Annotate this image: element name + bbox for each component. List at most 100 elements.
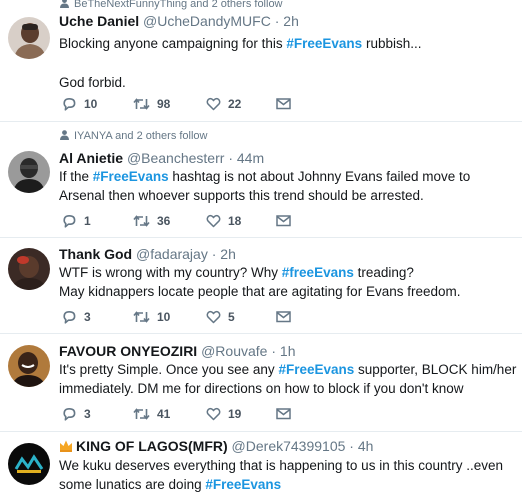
tweet-header: FAVOUR ONYEOZIRI @Rouvafe · 1h <box>59 343 295 359</box>
tweet-line: some lunatics are doing #FreeEvans <box>59 475 509 494</box>
avatar[interactable] <box>8 345 50 387</box>
reply-count: 10 <box>84 97 98 111</box>
follow-context-text: BeTheNextFunnyThing and 2 others follow <box>74 0 283 10</box>
text-segment: WTF is wrong with my country? Why <box>59 265 282 280</box>
avatar[interactable] <box>8 248 50 290</box>
reply-icon <box>63 215 76 228</box>
message-icon <box>276 408 291 420</box>
text-segment: some lunatics are doing <box>59 477 206 492</box>
timestamp[interactable]: 2h <box>283 13 299 29</box>
reply-button[interactable]: 3 <box>62 310 91 324</box>
separator-dot: · <box>211 246 217 262</box>
reply-count: 3 <box>84 407 91 421</box>
tweet-text: Blocking anyone campaigning for this #Fr… <box>59 34 509 92</box>
tweet-header: Al Anietie @Beanchesterr · 44m <box>59 150 264 166</box>
retweet-count: 10 <box>157 310 171 324</box>
reply-button[interactable]: 3 <box>62 407 91 421</box>
tweet-text: If the #FreeEvans hashtag is not about J… <box>59 167 509 205</box>
tweet-5[interactable]: KING OF LAGOS(MFR) @Derek74399105 · 4h W… <box>0 432 522 500</box>
user-handle[interactable]: @Beanchesterr <box>127 150 224 166</box>
tweet-line: May kidnappers locate people that are ag… <box>59 282 509 301</box>
tweet-text: It's pretty Simple. Once you see any #Fr… <box>59 360 516 398</box>
tweet-3[interactable]: Thank God @fadarajay · 2h WTF is wrong w… <box>0 238 522 334</box>
tweet-header: KING OF LAGOS(MFR) @Derek74399105 · 4h <box>59 438 373 454</box>
hashtag-link[interactable]: #FreeEvans <box>93 169 169 184</box>
like-button[interactable]: 22 <box>206 97 241 111</box>
message-button[interactable] <box>276 214 291 227</box>
like-button[interactable]: 5 <box>206 310 235 324</box>
timestamp[interactable]: 4h <box>358 438 374 454</box>
follow-context: BeTheNextFunnyThing and 2 others follow <box>59 0 283 10</box>
user-handle[interactable]: @Derek74399105 <box>232 438 346 454</box>
timestamp[interactable]: 1h <box>280 343 296 359</box>
user-handle[interactable]: @Rouvafe <box>201 343 267 359</box>
separator-dot: · <box>349 438 354 454</box>
reply-count: 3 <box>84 310 91 324</box>
person-icon <box>60 0 69 8</box>
like-button[interactable]: 18 <box>206 214 241 228</box>
hashtag-link[interactable]: #FreeEvans <box>286 36 362 51</box>
display-name[interactable]: Uche Daniel <box>59 13 139 29</box>
retweet-icon <box>133 215 150 227</box>
reply-icon <box>63 98 76 111</box>
like-button[interactable]: 19 <box>206 407 241 421</box>
reply-button[interactable]: 10 <box>62 97 97 111</box>
tweet-2[interactable]: IYANYA and 2 others follow Al Anietie @B… <box>0 122 522 238</box>
like-icon <box>206 214 221 228</box>
text-segment: If the <box>59 169 93 184</box>
text-segment: supporter, BLOCK him/her <box>354 362 517 377</box>
display-name[interactable]: Al Anietie <box>59 150 123 166</box>
separator-dot: · <box>228 150 233 166</box>
follow-context-text: IYANYA and 2 others follow <box>74 130 208 142</box>
retweet-button[interactable]: 98 <box>133 97 170 111</box>
tweet-line: Blocking anyone campaigning for this #Fr… <box>59 34 509 53</box>
tweet-1[interactable]: BeTheNextFunnyThing and 2 others follow … <box>0 0 522 122</box>
tweet-line: WTF is wrong with my country? Why #freeE… <box>59 263 509 282</box>
tweet-line: God forbid. <box>59 73 509 92</box>
tweet-text: WTF is wrong with my country? Why #freeE… <box>59 263 509 301</box>
reply-button[interactable]: 1 <box>62 214 91 228</box>
retweet-button[interactable]: 10 <box>133 310 170 324</box>
timestamp[interactable]: 44m <box>237 150 264 166</box>
tweet-4[interactable]: FAVOUR ONYEOZIRI @Rouvafe · 1h It's pret… <box>0 334 522 432</box>
message-button[interactable] <box>276 310 291 323</box>
hashtag-link[interactable]: #FreeEvans <box>205 477 281 492</box>
message-icon <box>276 215 291 227</box>
message-icon <box>276 311 291 323</box>
retweet-count: 36 <box>157 214 171 228</box>
separator-dot: · <box>274 13 280 29</box>
hashtag-link[interactable]: #freeEvans <box>282 265 354 280</box>
text-segment: Blocking anyone campaigning for this <box>59 36 287 51</box>
hashtag-link[interactable]: #FreeEvans <box>278 362 354 377</box>
display-name[interactable]: KING OF LAGOS(MFR) <box>76 438 228 454</box>
avatar[interactable] <box>8 443 50 485</box>
tweet-header: Uche Daniel @UcheDandyMUFC · 2h <box>59 13 299 29</box>
avatar[interactable] <box>8 17 50 59</box>
user-handle[interactable]: @fadarajay <box>136 246 208 262</box>
like-count: 22 <box>228 97 242 111</box>
follow-context: IYANYA and 2 others follow <box>59 130 208 142</box>
message-button[interactable] <box>276 407 291 420</box>
person-icon <box>60 130 69 140</box>
text-segment: Arsenal then whoever supports this trend… <box>59 188 424 203</box>
like-count: 18 <box>228 214 242 228</box>
like-icon <box>206 310 221 324</box>
text-segment: It's pretty Simple. Once you see any <box>59 362 279 377</box>
display-name[interactable]: Thank God <box>59 246 132 262</box>
tweet-line: If the #FreeEvans hashtag is not about J… <box>59 167 509 186</box>
avatar[interactable] <box>8 151 50 193</box>
like-count: 5 <box>228 310 235 324</box>
reply-icon <box>63 408 76 421</box>
tweet-header: Thank God @fadarajay · 2h <box>59 246 236 262</box>
display-name[interactable]: FAVOUR ONYEOZIRI <box>59 343 197 359</box>
tweet-line: It's pretty Simple. Once you see any #Fr… <box>59 360 516 379</box>
text-segment: May kidnappers locate people that are ag… <box>59 284 461 299</box>
timestamp[interactable]: 2h <box>220 246 236 262</box>
message-button[interactable] <box>276 97 291 110</box>
retweet-button[interactable]: 41 <box>133 407 170 421</box>
retweet-button[interactable]: 36 <box>133 214 170 228</box>
crown-icon <box>60 440 72 452</box>
tweet-line: immediately. DM me for directions on how… <box>59 379 509 398</box>
text-segment: treading? <box>353 265 414 280</box>
user-handle[interactable]: @UcheDandyMUFC <box>143 13 271 29</box>
